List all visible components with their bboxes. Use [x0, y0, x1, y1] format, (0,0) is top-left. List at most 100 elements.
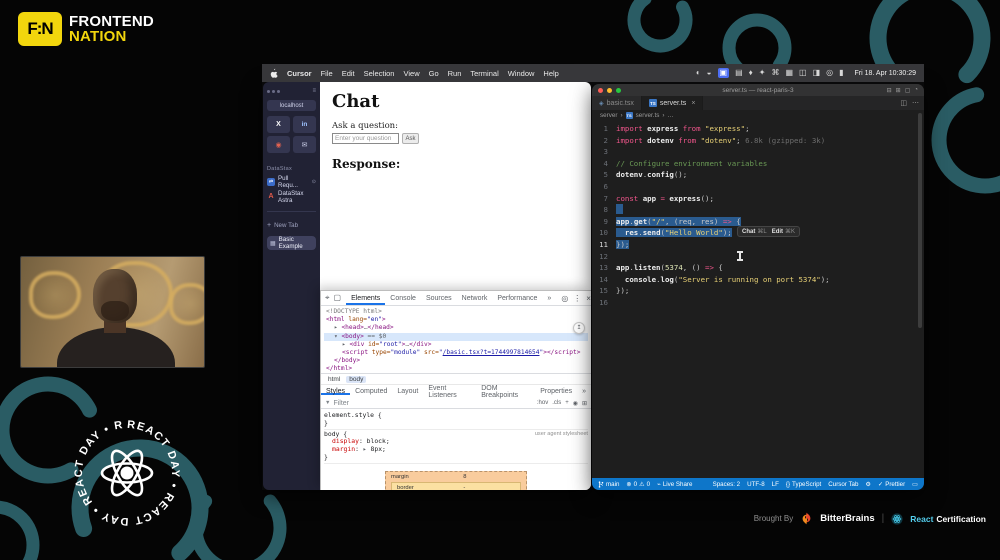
cursor-tab-indicator[interactable]: Cursor Tab [828, 481, 858, 488]
dom-node[interactable]: </body> [324, 357, 588, 365]
tile-x[interactable]: X [267, 116, 290, 133]
git-branch-indicator[interactable]: main [598, 481, 619, 488]
breadcrumb-file[interactable]: server.ts [636, 112, 660, 119]
menu-terminal[interactable]: Terminal [470, 69, 498, 78]
window-dot[interactable] [267, 89, 270, 93]
devtools-more-icon[interactable]: ⋮ [573, 294, 581, 303]
styles-tool-icon[interactable]: ◉ [573, 400, 578, 407]
styles-tab--[interactable]: » [577, 388, 591, 395]
dom-node[interactable]: ▸ <div id="root">…</div> [324, 341, 588, 349]
dom-node[interactable]: ▾ <body> == $0 [324, 332, 588, 341]
devtools-tab-console[interactable]: Console [385, 291, 421, 305]
devtools-tab-elements[interactable]: Elements [346, 291, 385, 305]
layout-customize-icon[interactable]: ◔ [914, 87, 918, 94]
react-label[interactable]: React [910, 514, 933, 524]
ask-button[interactable]: Ask [402, 133, 419, 144]
dom-crumb-body[interactable]: body [346, 375, 367, 383]
styles-tool-icon[interactable]: .cls [552, 400, 561, 407]
styles-tool-icon[interactable]: :hov [537, 400, 548, 407]
menubar-status-icon[interactable]: ⌘ [771, 68, 779, 78]
eol-indicator[interactable]: LF [772, 481, 779, 488]
menu-help[interactable]: Help [543, 69, 558, 78]
settings-gear-icon[interactable]: ⚙ [865, 481, 871, 488]
menubar-status-icon[interactable]: ◨ [813, 68, 821, 78]
expand-arrow-icon[interactable]: ▸ [363, 445, 371, 453]
dom-tree[interactable]: ↥ <!DOCTYPE html> <html lang="en"> ▸ <head… [321, 306, 591, 373]
bitterbrains-label[interactable]: BitterBrains [820, 513, 874, 524]
editor-scrollbar[interactable] [918, 113, 922, 328]
dom-node[interactable]: ▸ <head>…</head> [324, 324, 588, 332]
dom-node[interactable]: <!DOCTYPE html> [324, 308, 588, 316]
code-editor[interactable]: 1 import express from "express"; 2 import d… [592, 120, 924, 309]
menubar-status-icon[interactable]: ◎ [826, 68, 833, 78]
menubar-clock[interactable]: Fri 18. Apr 10:30:29 [855, 70, 916, 77]
menu-edit[interactable]: Edit [342, 69, 355, 78]
dom-node[interactable]: <script type="module" src="/basic.tsx?t=… [324, 349, 588, 357]
editor-tab-server-ts[interactable]: TS server.ts × [641, 96, 704, 110]
encoding-indicator[interactable]: UTF-8 [747, 481, 765, 488]
tile-linkedin[interactable]: in [293, 116, 316, 133]
styles-tab-styles[interactable]: Styles [321, 388, 350, 395]
menubar-status-icon[interactable]: ▦ [785, 68, 793, 78]
tile-mail[interactable]: ✉ [293, 136, 316, 153]
styles-tab-event-listeners[interactable]: Event Listeners [423, 385, 476, 399]
menu-view[interactable]: View [403, 69, 419, 78]
menu-file[interactable]: File [321, 69, 333, 78]
menubar-status-icon[interactable]: ▣ [717, 68, 730, 78]
editor-breadcrumbs[interactable]: server › TS server.ts › … [592, 110, 924, 120]
menubar-status-icon[interactable]: ✦ [759, 68, 766, 78]
devtools-tab-performance[interactable]: Performance [492, 291, 542, 305]
menubar-status-icon[interactable]: ◫ [799, 68, 807, 78]
menubar-status-icon[interactable]: ▮ [839, 68, 843, 78]
pin-icon[interactable]: ⊙ [312, 179, 316, 185]
devtools-settings-icon[interactable]: ◎ [561, 294, 568, 303]
styles-tool-icon[interactable]: ⊞ [582, 400, 587, 407]
styles-tab-properties[interactable]: Properties [535, 388, 577, 395]
window-dot[interactable] [272, 89, 275, 93]
breadcrumb-folder[interactable]: server [600, 112, 618, 119]
rule-selector[interactable]: element.style [324, 411, 374, 419]
styles-tab-dom-breakpoints[interactable]: DOM Breakpoints [476, 385, 535, 399]
menu-go[interactable]: Go [429, 69, 439, 78]
layout-panel-bottom-icon[interactable]: ⊞ [896, 87, 901, 94]
layout-panel-left-icon[interactable]: ⊟ [887, 87, 892, 94]
layout-panel-right-icon[interactable]: ▢ [905, 87, 911, 94]
close-tab-icon[interactable]: × [691, 100, 695, 107]
menubar-status-icon[interactable]: ◐ [696, 68, 701, 78]
live-share-button[interactable]: ⌁ Live Share [657, 481, 692, 488]
menu-run[interactable]: Run [448, 69, 462, 78]
devtools-tab--[interactable]: » [542, 291, 556, 305]
device-toolbar-icon[interactable]: ▢ [334, 293, 342, 303]
scroll-into-view-icon[interactable]: ↥ [573, 322, 585, 334]
indentation-indicator[interactable]: Spaces: 2 [713, 481, 741, 488]
menubar-status-icon[interactable]: ▤ [735, 68, 743, 78]
dom-crumb-html[interactable]: html [325, 376, 343, 383]
css-declaration[interactable]: margin: ▸ 8px; [324, 445, 588, 454]
inspect-element-icon[interactable]: ⌖ [325, 293, 330, 303]
sidebar-menu-icon[interactable]: ≡ [312, 88, 316, 94]
devtools-tab-sources[interactable]: Sources [421, 291, 457, 305]
dom-node[interactable]: </html> [324, 365, 588, 373]
styles-tool-icon[interactable]: + [565, 400, 569, 407]
sidebar-item-datastax-astra[interactable]: A DataStax Astra [267, 190, 316, 204]
menu-selection[interactable]: Selection [364, 69, 395, 78]
apple-icon[interactable] [270, 68, 278, 78]
address-bar[interactable]: localhost [267, 100, 316, 111]
filter-funnel-icon[interactable]: ▼ [325, 400, 330, 406]
breadcrumb-symbol[interactable]: … [668, 112, 674, 119]
styles-tab-layout[interactable]: Layout [392, 388, 423, 395]
more-actions-icon[interactable]: ⋯ [912, 99, 919, 107]
tile-app[interactable]: ◉ [267, 136, 290, 153]
dom-node[interactable]: <html lang="en"> [324, 316, 588, 324]
devtools-close-icon[interactable]: × [586, 294, 591, 303]
styles-filter-input[interactable]: Filter [333, 400, 349, 407]
cursor-chat-hint[interactable]: Chat ⌘L Edit ⌘K [737, 226, 801, 237]
styles-tab-computed[interactable]: Computed [350, 388, 392, 395]
window-dot[interactable] [277, 89, 280, 93]
certification-label[interactable]: Certification [936, 514, 986, 524]
split-editor-icon[interactable]: ◫ [900, 99, 907, 107]
menubar-status-icon[interactable]: ♦ [749, 68, 753, 78]
styles-pane[interactable]: element.style {} user agent stylesheet bod… [321, 409, 591, 466]
devtools-tab-network[interactable]: Network [457, 291, 493, 305]
formatter-indicator[interactable]: ✓ Prettier [878, 481, 905, 488]
